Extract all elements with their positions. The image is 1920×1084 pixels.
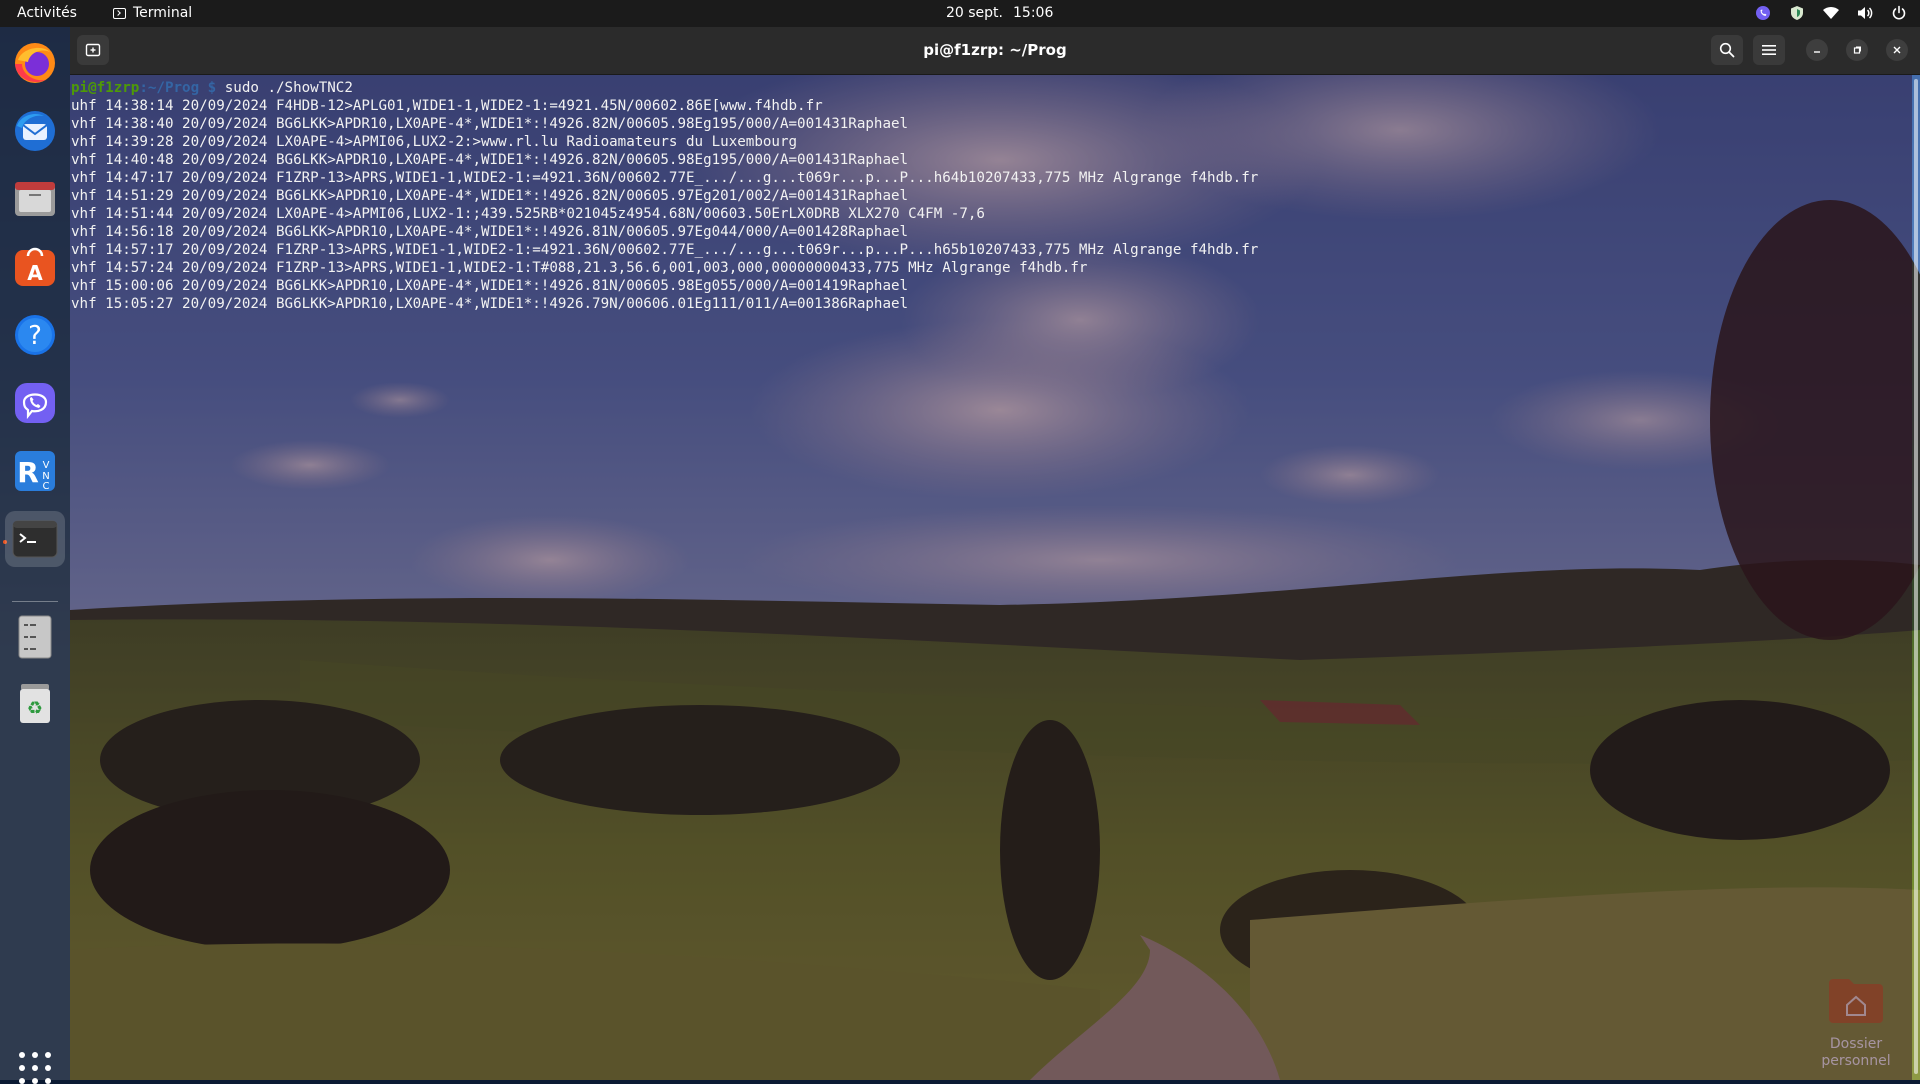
- app-menu[interactable]: Terminal: [113, 5, 192, 21]
- files-icon: [15, 182, 55, 216]
- svg-text:V: V: [43, 460, 50, 471]
- system-tray[interactable]: [1754, 4, 1908, 22]
- minimize-icon: [1814, 51, 1820, 53]
- dock-realvnc[interactable]: R V N C: [11, 447, 59, 495]
- dock-files[interactable]: [11, 175, 59, 223]
- terminal-line: vhf 14:39:28 20/09/2024 LX0APE-4>APMI06,…: [71, 134, 798, 150]
- dock-terminal[interactable]: [5, 511, 65, 567]
- terminal-icon: [12, 520, 58, 558]
- terminal-line: vhf 14:57:17 20/09/2024 F1ZRP-13>APRS,WI…: [71, 242, 1259, 258]
- dock-thunderbird[interactable]: [11, 107, 59, 155]
- prompt-path: :~/Prog $: [139, 80, 217, 96]
- power-icon[interactable]: [1890, 4, 1908, 22]
- top-bar: Activités Terminal 20 sept. 15:06: [0, 0, 1920, 27]
- viber-icon: [15, 383, 55, 423]
- thunderbird-icon: [15, 111, 55, 151]
- help-icon: ?: [15, 315, 55, 355]
- terminal-text: pi@f1zrp:~/Prog $ sudo ./ShowTNC2 uhf 14…: [71, 79, 1258, 313]
- clock-time: 15:06: [1013, 5, 1054, 21]
- terminal-line: vhf 15:00:06 20/09/2024 BG6LKK>APDR10,LX…: [71, 278, 909, 294]
- dock-firefox[interactable]: [11, 39, 59, 87]
- clock-date: 20 sept.: [946, 5, 1003, 21]
- drive-icon: [18, 615, 52, 659]
- svg-text:A: A: [27, 261, 43, 285]
- volume-icon[interactable]: [1856, 4, 1874, 22]
- viber-tray-icon[interactable]: [1754, 4, 1772, 22]
- terminal-line: vhf 14:38:40 20/09/2024 BG6LKK>APDR10,LX…: [71, 116, 909, 132]
- window-title: pi@f1zrp: ~/Prog: [923, 41, 1067, 59]
- maximize-button[interactable]: [1846, 39, 1868, 61]
- dock-app-center[interactable]: A: [11, 243, 59, 291]
- terminal-headerbar[interactable]: pi@f1zrp: ~/Prog: [70, 27, 1920, 75]
- terminal-line: vhf 15:05:27 20/09/2024 BG6LKK>APDR10,LX…: [71, 296, 909, 312]
- terminal-line: vhf 14:47:17 20/09/2024 F1ZRP-13>APRS,WI…: [71, 170, 1259, 186]
- terminal-line: vhf 14:57:24 20/09/2024 F1ZRP-13>APRS,WI…: [71, 260, 1088, 276]
- terminal-line: uhf 14:38:14 20/09/2024 F4HDB-12>APLG01,…: [71, 98, 823, 114]
- scrollbar-thumb[interactable]: [1914, 79, 1918, 1074]
- activities-button[interactable]: Activités: [17, 5, 77, 21]
- svg-text:C: C: [43, 481, 50, 492]
- search-icon: [1719, 42, 1735, 58]
- dock: A ? R V N C ♻: [0, 27, 70, 1084]
- menu-button[interactable]: [1753, 35, 1785, 65]
- restore-icon: [1853, 46, 1861, 54]
- realvnc-icon: R V N C: [15, 451, 55, 492]
- hamburger-menu-icon: [1762, 45, 1776, 55]
- terminal-line: vhf 14:51:44 20/09/2024 LX0APE-4>APMI06,…: [71, 206, 985, 222]
- svg-text:?: ?: [28, 321, 42, 351]
- terminal-line: vhf 14:56:18 20/09/2024 BG6LKK>APDR10,LX…: [71, 224, 909, 240]
- svg-text:♻: ♻: [27, 698, 43, 719]
- close-icon: [1893, 46, 1901, 54]
- app-center-icon: A: [15, 247, 55, 286]
- minimize-button[interactable]: [1806, 39, 1828, 61]
- terminal-small-icon: [113, 7, 126, 19]
- terminal-output-area[interactable]: pi@f1zrp:~/Prog $ sudo ./ShowTNC2 uhf 14…: [70, 75, 1912, 1080]
- close-button[interactable]: [1886, 39, 1908, 61]
- app-menu-label: Terminal: [133, 5, 193, 21]
- wifi-icon[interactable]: [1822, 4, 1840, 22]
- dock-trash[interactable]: ♻: [11, 679, 59, 727]
- trash-icon: ♻: [20, 684, 50, 723]
- terminal-line: vhf 14:51:29 20/09/2024 BG6LKK>APDR10,LX…: [71, 188, 909, 204]
- dock-drive[interactable]: [11, 613, 59, 661]
- firefox-icon: [15, 43, 55, 83]
- search-button[interactable]: [1711, 35, 1743, 65]
- prompt-command: sudo ./ShowTNC2: [216, 80, 353, 96]
- terminal-window: pi@f1zrp: ~/Prog pi@f1zrp:~/Prog $ sudo …: [70, 27, 1920, 1080]
- prompt-user: pi@f1zrp: [71, 80, 140, 96]
- terminal-line: vhf 14:40:48 20/09/2024 BG6LKK>APDR10,LX…: [71, 152, 909, 168]
- terminal-scrollbar[interactable]: [1912, 75, 1920, 1080]
- dock-separator: [12, 601, 58, 602]
- clock[interactable]: 20 sept. 15:06: [946, 5, 1053, 21]
- dock-help[interactable]: ?: [11, 311, 59, 359]
- svg-text:R: R: [17, 456, 39, 489]
- app-grid-icon[interactable]: [19, 1052, 51, 1084]
- dock-viber[interactable]: [11, 379, 59, 427]
- security-shield-icon[interactable]: [1788, 4, 1806, 22]
